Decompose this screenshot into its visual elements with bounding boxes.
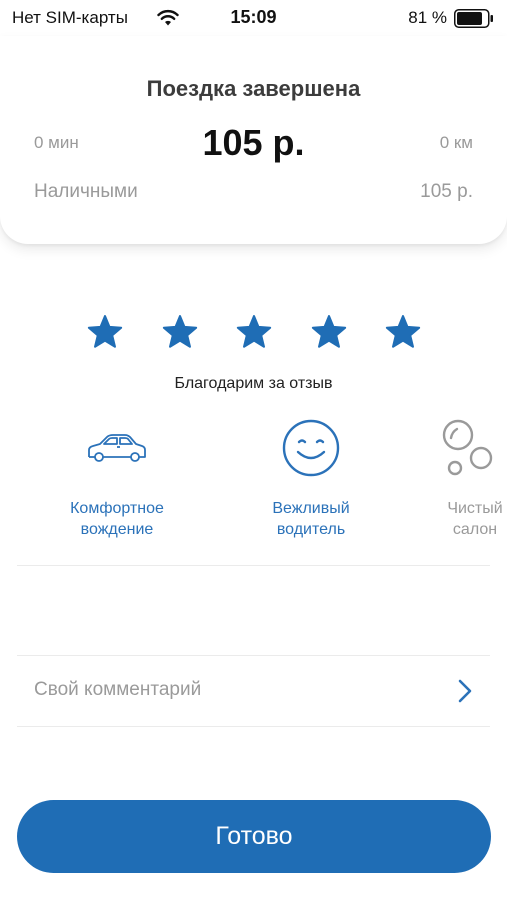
star-icon[interactable] (162, 314, 198, 350)
comment-row[interactable]: Свой комментарий (17, 656, 490, 726)
divider (17, 565, 490, 566)
rating-stars (0, 314, 507, 354)
star-icon[interactable] (311, 314, 347, 350)
tag-label: Вежливый водитель (272, 500, 350, 538)
payment-amount: 105 р. (420, 181, 473, 202)
chevron-right-icon (458, 679, 472, 703)
tag-clean-interior[interactable]: Чистый салон (400, 418, 507, 540)
rating-thanks-text: Благодарим за отзыв (174, 375, 333, 392)
trip-title: Поездка завершена (146, 76, 361, 101)
trip-distance: 0 км (439, 133, 473, 152)
divider (17, 726, 490, 727)
car-icon (88, 434, 146, 462)
star-icon[interactable] (236, 314, 272, 350)
tag-comfortable-driving[interactable]: Комфортное вождение (42, 418, 192, 540)
smile-icon (282, 419, 340, 477)
battery-icon (454, 9, 493, 28)
tag-label: Чистый салон (447, 500, 503, 538)
star-icon[interactable] (385, 314, 421, 350)
payment-method: Наличными (34, 181, 138, 202)
tag-label: Комфортное вождение (70, 500, 164, 538)
trip-price: 105 р. (202, 122, 305, 163)
comment-label: Свой комментарий (34, 679, 202, 700)
battery-percent: 81 % (408, 8, 447, 27)
trip-summary-card: Поездка завершена 0 мин 105 р. 0 км Нали… (0, 36, 507, 244)
star-icon[interactable] (87, 314, 123, 350)
status-bar: Нет SIM-карты 15:09 81 % (0, 0, 507, 36)
bubbles-icon (442, 419, 493, 476)
done-button[interactable]: Готово (17, 800, 491, 873)
tag-polite-driver[interactable]: Вежливый водитель (236, 418, 386, 540)
